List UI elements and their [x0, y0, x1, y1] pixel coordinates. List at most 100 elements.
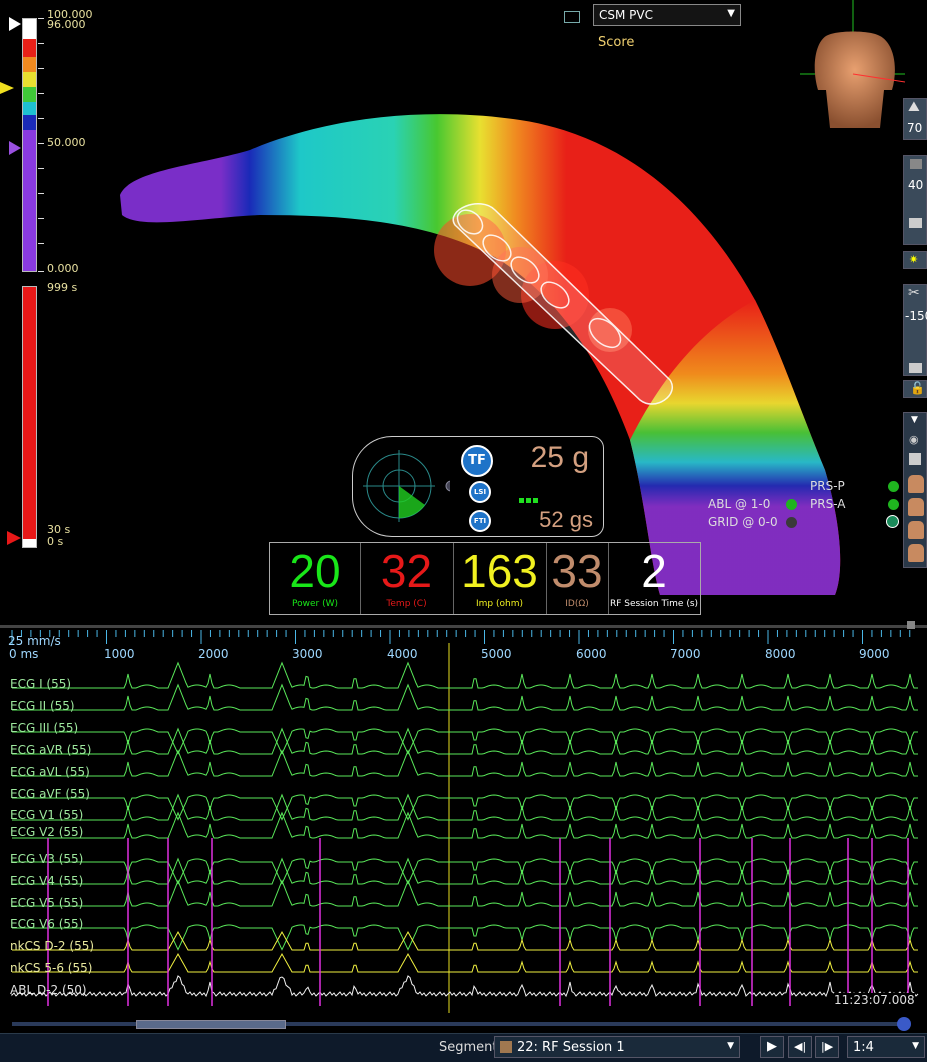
lock-button[interactable]: 🔓 [903, 380, 927, 398]
ecg-traces[interactable] [0, 628, 927, 1018]
timeline-tick: 8000 [765, 647, 796, 661]
channel-label[interactable]: ECG V6 (55) [10, 917, 83, 931]
channel-label[interactable]: ECG aVF (55) [10, 787, 90, 801]
clipping-slider[interactable]: ✂ -150 [903, 284, 927, 376]
play-icon: ▶ [767, 1039, 777, 1054]
segment-value: 22: RF Session 1 [517, 1040, 625, 1055]
eye-icon[interactable]: ◉ [909, 433, 919, 446]
ecg-trace [12, 930, 918, 951]
clipping-slider-thumb[interactable] [909, 363, 922, 373]
torso-orientation-icon[interactable] [800, 0, 906, 128]
scale-upper-label: 96.000 [47, 18, 86, 31]
contact-indicator-dots [519, 488, 538, 507]
ecg-trace [12, 879, 918, 907]
scale-upper-handle[interactable] [9, 17, 21, 31]
ecg-trace [12, 727, 918, 755]
catheter-view-icon[interactable] [909, 453, 921, 465]
torso-right-view-icon[interactable] [908, 521, 924, 539]
segment-icon [500, 1041, 512, 1053]
ecg-trace [12, 661, 918, 689]
play-button[interactable]: ▶ [760, 1036, 784, 1058]
channel-label[interactable]: ABL D-2 (50) [10, 983, 87, 997]
grid-status-icon [786, 517, 797, 528]
fti-badge[interactable]: FTI [469, 510, 491, 532]
map-type-icon[interactable] [564, 11, 580, 23]
scale-threshold-marker[interactable] [0, 82, 14, 94]
timeline-tick: 7000 [670, 647, 701, 661]
time-scale-min-label: 0 s [47, 535, 64, 548]
fti-value: 52 gs [539, 507, 593, 532]
opacity-slider-thumb[interactable] [909, 218, 922, 228]
channel-label[interactable]: ECG V1 (55) [10, 808, 83, 822]
time-scale-handle[interactable] [7, 531, 21, 545]
timeline-tick: 0 ms [9, 647, 39, 661]
prs-a-status-icon [888, 499, 899, 510]
torso-front-view-icon[interactable] [908, 475, 924, 493]
light-toggle-button[interactable]: ✷ [903, 251, 927, 269]
peak-filter-button[interactable]: ⛰ 70 [903, 98, 927, 140]
scrollbar-thumb[interactable] [136, 1020, 286, 1029]
step-back-button[interactable]: ◀| [788, 1036, 812, 1058]
ecg-trace [11, 975, 919, 998]
channel-label[interactable]: ECG aVL (55) [10, 765, 90, 779]
prs-p-label: PRS-P [810, 479, 845, 493]
channel-label[interactable]: ECG III (55) [10, 721, 78, 735]
channel-label[interactable]: ECG V4 (55) [10, 874, 83, 888]
lsi-badge[interactable]: LSI [469, 481, 491, 503]
scale-mid-handle[interactable] [9, 141, 21, 155]
prs-a-label: PRS-A [810, 497, 846, 511]
lock-icon: 🔓 [910, 381, 925, 395]
ecg-trace [12, 794, 918, 821]
force-vector-icon [363, 450, 450, 522]
respiration-icon[interactable] [886, 515, 899, 528]
timestamp: 11:23:07.008 [834, 993, 915, 1007]
chevron-down-icon: ▼ [727, 8, 735, 19]
color-scale[interactable] [22, 18, 37, 272]
power-metric: 20 Power (W) [270, 543, 361, 614]
time-scale-max-label: 999 s [47, 281, 78, 294]
channel-label[interactable]: ECG V2 (55) [10, 825, 83, 839]
channel-label[interactable]: ECG I (55) [10, 677, 71, 691]
timeline-tick: 5000 [481, 647, 512, 661]
channel-label[interactable]: ECG aVR (55) [10, 743, 91, 757]
time-scale-bar[interactable] [22, 286, 37, 548]
ecg-trace [12, 683, 918, 711]
opacity-value: 40 [908, 178, 924, 192]
ecg-trace [12, 924, 918, 951]
ecg-trace [12, 793, 918, 821]
map-sublabel: Score [598, 35, 635, 50]
prs-p-status-icon [888, 481, 899, 492]
channel-label[interactable]: ECG V3 (55) [10, 852, 83, 866]
abl-status-icon [786, 499, 797, 510]
playback-speed-dropdown[interactable]: 1:4 ▼ [847, 1036, 925, 1058]
timeline-tick: 2000 [198, 647, 229, 661]
peak-value: 70 [907, 121, 923, 135]
scale-mid-label: 50.000 [47, 136, 86, 149]
timeline-scrollbar[interactable] [12, 1020, 908, 1029]
segment-dropdown[interactable]: 22: RF Session 1 ▼ [494, 1036, 740, 1058]
tf-badge[interactable]: TF [461, 445, 493, 477]
channel-label[interactable]: ECG II (55) [10, 699, 75, 713]
ecg-trace [12, 952, 918, 973]
opacity-slider[interactable]: 40 [903, 155, 927, 245]
grid-electrode-label: GRID @ 0-0 [708, 515, 778, 529]
step-forward-button[interactable]: |▶ [815, 1036, 839, 1058]
torso-back-view-icon[interactable] [908, 544, 924, 562]
play-position-icon[interactable] [897, 1017, 911, 1031]
torso-left-view-icon[interactable] [908, 498, 924, 516]
light-icon: ✷ [909, 253, 919, 266]
timeline-tick: 6000 [576, 647, 607, 661]
impedance-metric: 163 Imp (ohm) [453, 543, 547, 614]
impedance-drop-metric: 33 ID(Ω) [546, 543, 609, 614]
channel-label[interactable]: nkCS 5-6 (55) [10, 961, 92, 975]
timeline-tick: 1000 [104, 647, 135, 661]
channel-label[interactable]: ECG V5 (55) [10, 896, 83, 910]
map-type-dropdown[interactable]: CSM PVC ▼ [593, 4, 741, 26]
step-back-icon: ◀| [794, 1040, 807, 1053]
opacity-icon [910, 159, 922, 169]
view-menu-button[interactable]: ▼ ◉ [903, 412, 927, 568]
abl-electrode-label: ABL @ 1-0 [708, 497, 771, 511]
channel-label[interactable]: nkCS D-2 (55) [10, 939, 94, 953]
chevron-down-icon: ▼ [727, 1041, 734, 1051]
scale-ticks [38, 18, 46, 272]
